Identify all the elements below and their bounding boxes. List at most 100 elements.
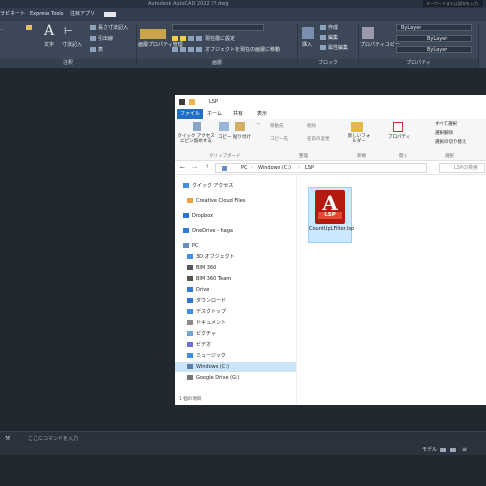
breadcrumb-lsp[interactable]: LSP [305,164,314,173]
insert-block-icon[interactable] [302,27,314,39]
copy-to-button[interactable]: コピー先 [270,136,288,142]
panel-layers-label[interactable]: 画層 [137,59,297,68]
text-button[interactable]: 文字 [44,42,54,48]
select-all-button[interactable]: すべて選択 [435,121,457,127]
snap-icon[interactable] [450,448,456,452]
tab-express-tools[interactable]: Express Tools [30,8,63,21]
nav-item[interactable]: ミュージック [175,351,296,361]
copy-icon[interactable] [219,122,229,131]
nav-item[interactable]: Creative Cloud Files [175,196,296,206]
paste-button[interactable]: 貼り付け [233,134,251,140]
edit-attribute-button[interactable]: 属性編集 [320,45,348,51]
nav-item[interactable]: Windows (C:) [175,362,296,372]
ribbon-item-cut-left[interactable]: .. [0,26,3,32]
tab-share[interactable]: 共有 [233,109,243,119]
navigation-pane: クイック アクセス Creative Cloud Files Dropbox OneD… [175,175,297,405]
layer-tools-row[interactable] [172,36,204,42]
panel-annotation-label[interactable]: 注釈 [0,59,136,68]
nav-item[interactable]: PC [175,241,296,251]
breadcrumb-pc[interactable]: PC [241,164,248,173]
tab-featured-apps[interactable]: 注目アプリ [70,8,95,21]
insert-block-button[interactable]: 挿入 [302,42,312,48]
file-name: CountUpLFilter.lsp [309,226,355,232]
menu-icon[interactable]: ≡ [462,445,467,455]
nav-item[interactable]: BIM 360 [175,263,296,273]
nav-item[interactable]: クイック アクセス [175,181,296,191]
forward-arrow-icon[interactable]: → [192,164,197,171]
text-icon[interactable]: A [44,23,54,39]
command-line[interactable]: ⚒ ここにコマンドを入力 [0,431,486,445]
invert-selection-button[interactable]: 選択の切り替え [435,139,467,145]
back-arrow-icon[interactable]: ← [180,164,185,171]
dimension-icon[interactable]: ⊢ [64,27,73,37]
dim-style-button[interactable]: 長さ寸法記入 [90,25,128,31]
address-bar[interactable]: PC › Windows (C:) › LSP [215,163,427,173]
copy-button[interactable]: コピー [218,134,232,140]
nav-item[interactable]: 3D オブジェクト [175,252,296,262]
paste-icon[interactable] [235,122,245,131]
edit-block-button[interactable]: 編集 [320,35,338,41]
new-folder-button[interactable]: 新しいフォルダー [347,134,371,144]
status-area: モデル ≡ [0,445,486,486]
dimension-button[interactable]: 寸法記入 [62,42,82,48]
command-input[interactable]: ここにコマンドを入力 [28,432,78,446]
nav-item[interactable]: BIM 360 Team [175,274,296,284]
tab-overflow-icon[interactable] [104,12,116,17]
linetype-dropdown[interactable]: ByLayer [396,35,472,42]
linetype-value: ByLayer [427,36,448,42]
match-properties-button[interactable]: プロパティコピー [360,42,400,48]
nav-item[interactable]: Dropbox [175,211,296,221]
nav-item[interactable]: ピクチャ [175,329,296,339]
help-search-input[interactable]: キーワードまたは語句を入力 [423,0,483,7]
rename-button[interactable]: 名前の変更 [307,136,330,142]
nav-item[interactable]: Drive [175,285,296,295]
select-none-button[interactable]: 選択解除 [435,130,453,136]
nav-item-icon [183,213,189,218]
delete-button[interactable]: 削除 [307,123,316,129]
table-button[interactable]: 表 [90,47,103,53]
properties-button[interactable]: プロパティ [388,134,410,140]
create-block-button[interactable]: 作成 [320,25,338,31]
match-properties-icon[interactable] [362,27,374,39]
leader-button[interactable]: 引出線 [90,36,113,42]
nav-item[interactable]: ドキュメント [175,318,296,328]
pin-quick-access-button[interactable]: クイック アクセスにピン留めする [177,134,215,144]
properties-icon[interactable] [393,122,403,132]
dim-style-label: 長さ寸法記入 [98,25,129,31]
tab-view[interactable]: 表示 [257,109,267,119]
up-arrow-icon[interactable]: ↑ [205,164,209,170]
color-dropdown[interactable]: ByLayer [396,24,472,31]
nav-item-icon [187,254,193,259]
breadcrumb-drive[interactable]: Windows (C:) [258,164,291,173]
lineweight-dropdown[interactable]: ByLayer [396,46,472,53]
edit-attr-label: 属性編集 [328,45,349,51]
pin-icon[interactable] [193,122,201,131]
match-layer-button[interactable]: オブジェクトを現在の画層に移動 [205,47,280,53]
layer-tools-row-2[interactable] [172,47,204,53]
pencil-icon[interactable] [26,25,34,31]
tab-file[interactable]: ファイル [177,109,204,119]
tab-home[interactable]: ホーム [207,109,222,119]
nav-item[interactable]: デスクトップ [175,307,296,317]
grid-icon[interactable] [440,448,446,452]
model-space-button[interactable]: モデル [422,445,437,455]
cut-icon[interactable]: ✂ [257,121,260,126]
nav-item-icon [183,243,189,248]
layer-dropdown[interactable] [172,24,264,31]
nav-item[interactable]: ビデオ [175,340,296,350]
panel-block-label[interactable]: ブロック [298,59,358,68]
save-icon[interactable] [179,99,185,105]
tab-laminate[interactable]: ラビネート [0,8,25,21]
nav-item[interactable]: Google Drive (G:) [175,373,296,383]
file-item[interactable]: A LSP CountUpLFilter.lsp [308,187,355,243]
nav-item[interactable]: ダウンロード [175,296,296,306]
nav-item-icon [187,309,193,314]
layer-properties-icon[interactable] [140,29,166,39]
move-to-button[interactable]: 移動先 [270,123,284,129]
new-folder-icon[interactable] [351,122,363,132]
panel-properties-label[interactable]: プロパティ [359,59,478,68]
folder-search-input[interactable]: LSPの検索 [439,163,485,173]
nav-item[interactable]: OneDrive - haga [175,226,296,236]
set-current-layer-button[interactable]: 現在層に設定 [205,36,235,42]
wrench-icon[interactable]: ⚒ [5,432,10,446]
